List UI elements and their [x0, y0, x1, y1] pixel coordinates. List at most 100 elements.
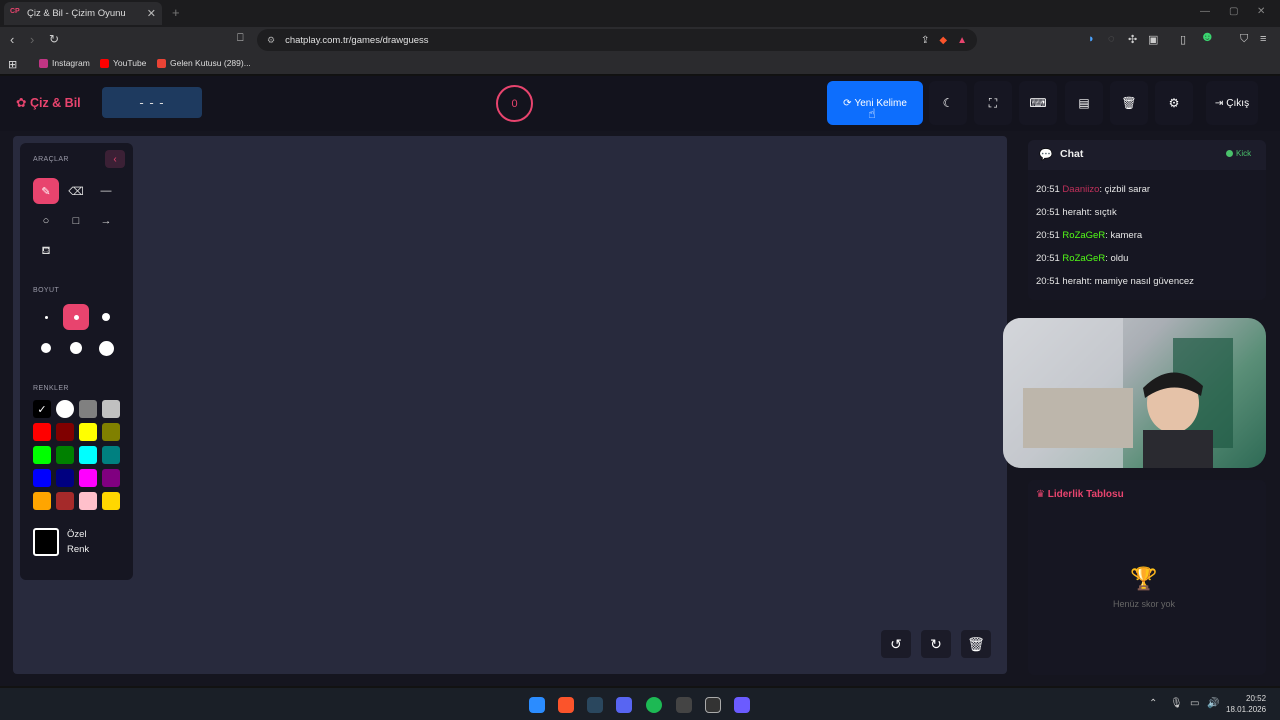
system-clock[interactable]: 20:52 18.01.2026 [1226, 693, 1266, 715]
sidebar-icon[interactable]: ▯ [1180, 33, 1186, 46]
color-swatch[interactable] [79, 492, 97, 510]
back-icon[interactable]: ‹ [10, 32, 14, 47]
forward-icon[interactable]: › [30, 32, 34, 47]
site-info-icon[interactable]: ⚙ [267, 35, 275, 46]
message-user[interactable]: heraht [1062, 276, 1089, 287]
keyboard-button[interactable]: ⌨ [1019, 81, 1057, 125]
collapse-panel-button[interactable]: ‹ [105, 150, 125, 168]
vpn-icon[interactable]: ⛉ [1240, 33, 1248, 46]
brave-shield-icon[interactable]: ◆ [939, 35, 947, 46]
message-user[interactable]: RoZaGeR [1062, 230, 1105, 241]
bookmark-instagram[interactable]: Instagram [39, 58, 90, 68]
extension-icon[interactable]: ◌ [1108, 33, 1115, 45]
color-swatch[interactable] [56, 492, 74, 510]
close-tab-icon[interactable]: ✕ [147, 7, 156, 20]
eraser-tool[interactable]: ⌫ [63, 178, 89, 204]
color-swatch[interactable] [33, 423, 51, 441]
settings-app-icon[interactable] [676, 697, 692, 713]
wallet-icon[interactable]: ▣ [1148, 33, 1158, 46]
color-swatch[interactable] [102, 400, 120, 418]
spotify-icon[interactable] [646, 697, 662, 713]
redo-button[interactable]: ↻ [921, 630, 951, 658]
undo-button[interactable]: ↺ [881, 630, 911, 658]
app-icon[interactable] [734, 697, 750, 713]
color-swatch[interactable] [56, 400, 74, 418]
timer-circle: 0 [496, 85, 533, 122]
message-user[interactable]: Daaniizo [1062, 184, 1099, 195]
maximize-icon[interactable]: ▢ [1229, 6, 1238, 17]
clear-canvas-button[interactable]: 🗑 [961, 630, 991, 658]
message-user[interactable]: RoZaGeR [1062, 253, 1105, 264]
color-swatch[interactable] [102, 469, 120, 487]
delete-button[interactable]: 🗑 [1110, 81, 1148, 125]
size-option-5[interactable] [63, 335, 89, 361]
size-option-6[interactable] [93, 335, 119, 361]
steam-icon[interactable] [587, 697, 603, 713]
color-swatch[interactable] [102, 446, 120, 464]
circle-tool[interactable]: ○ [33, 208, 59, 234]
discord-icon[interactable] [616, 697, 632, 713]
custom-color-swatch[interactable] [33, 528, 59, 556]
browser-tab[interactable]: CP Çiz & Bil - Çizim Oyunu ✕ [4, 2, 162, 25]
share-icon[interactable]: ⇪ [921, 35, 929, 46]
color-swatch[interactable] [102, 492, 120, 510]
color-swatch[interactable] [102, 423, 120, 441]
color-swatch[interactable] [79, 400, 97, 418]
menu-icon[interactable]: ≡ [1260, 33, 1266, 45]
crown-icon: ♛ [1036, 489, 1045, 500]
minimize-icon[interactable]: — [1200, 6, 1210, 17]
eraser-icon: ⌫ [68, 185, 84, 198]
theme-toggle-button[interactable]: ☾ [929, 81, 967, 125]
line-tool[interactable]: — [93, 178, 119, 204]
size-option-2[interactable] [63, 304, 89, 330]
color-swatch[interactable] [56, 469, 74, 487]
size-section-label: BOYUT [33, 287, 60, 294]
network-icon[interactable]: ▭ [1190, 698, 1199, 709]
exit-button[interactable]: ⇥ Çıkış [1206, 81, 1258, 125]
volume-icon[interactable]: 🔊 [1207, 698, 1219, 709]
brush-tool[interactable]: ✎ [33, 178, 59, 204]
archive-button[interactable]: ▤ [1065, 81, 1103, 125]
message-text: : sıçtık [1089, 207, 1117, 218]
tools-section-label: ARAÇLAR [33, 156, 69, 163]
os-taskbar [0, 688, 1280, 720]
color-swatch[interactable] [56, 423, 74, 441]
fill-tool[interactable]: ⛾ [33, 239, 59, 265]
chat-icon: 💬 [1039, 149, 1053, 161]
windows-start-icon[interactable] [529, 697, 545, 713]
apps-grid-icon[interactable]: ⊞ [8, 58, 17, 71]
puzzle-icon[interactable]: ✣ [1128, 33, 1137, 46]
color-swatch[interactable]: ✓ [33, 400, 51, 418]
color-swatch[interactable] [79, 423, 97, 441]
color-swatch[interactable] [33, 492, 51, 510]
bookmark-gmail[interactable]: Gelen Kutusu (289)... [157, 58, 251, 68]
color-swatch[interactable] [33, 469, 51, 487]
bookmark-icon[interactable]: ⎕ [237, 32, 244, 45]
obs-icon[interactable] [705, 697, 721, 713]
settings-button[interactable]: ⚙ [1155, 81, 1193, 125]
brave-rewards-icon[interactable]: ▲ [957, 35, 967, 46]
arrow-tool[interactable]: → [93, 208, 119, 234]
audio-extension-icon[interactable]: ◗ [1088, 33, 1095, 45]
word-display: - - - [102, 87, 202, 118]
color-swatch[interactable] [33, 446, 51, 464]
reload-icon[interactable]: ↻ [49, 32, 59, 46]
color-swatch[interactable] [79, 446, 97, 464]
microphone-icon[interactable]: 🎙 [1170, 698, 1183, 709]
custom-color-picker[interactable]: Özel Renk [33, 527, 107, 557]
new-tab-icon[interactable]: + [172, 5, 180, 20]
close-window-icon[interactable]: ✕ [1257, 6, 1265, 17]
size-option-3[interactable] [93, 304, 119, 330]
rectangle-tool[interactable]: □ [63, 208, 89, 234]
url-bar[interactable]: ⚙ chatplay.com.tr/games/drawguess ⇪ ◆ ▲ [257, 29, 977, 51]
size-option-1[interactable] [33, 304, 59, 330]
color-swatch[interactable] [56, 446, 74, 464]
size-option-4[interactable] [33, 335, 59, 361]
message-user[interactable]: heraht [1062, 207, 1089, 218]
drawing-canvas[interactable] [13, 136, 1007, 674]
fullscreen-button[interactable]: ⛶ [974, 81, 1012, 125]
tray-chevron-icon[interactable]: ⌃ [1149, 698, 1157, 709]
bookmark-youtube[interactable]: YouTube [100, 58, 146, 68]
brave-icon[interactable] [558, 697, 574, 713]
color-swatch[interactable] [79, 469, 97, 487]
